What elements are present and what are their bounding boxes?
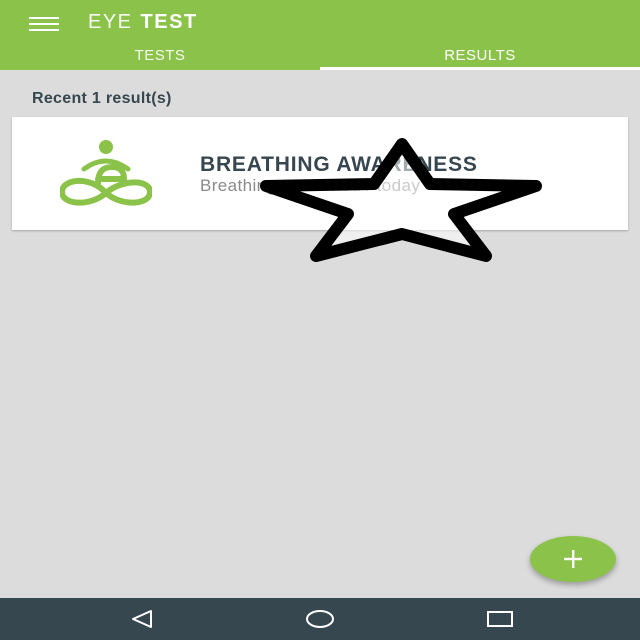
add-button[interactable] — [530, 536, 616, 582]
star-outline-icon — [260, 138, 542, 262]
system-nav-bar — [0, 598, 640, 640]
app-title-light: EYE — [88, 11, 133, 33]
back-icon[interactable] — [127, 606, 157, 632]
tab-indicator — [320, 67, 640, 70]
home-icon[interactable] — [305, 606, 335, 632]
app-title: EYE TEST — [88, 11, 198, 39]
app-title-bold: TEST — [140, 11, 198, 33]
menu-icon[interactable] — [29, 16, 59, 32]
plus-icon — [564, 550, 582, 568]
recent-apps-icon[interactable] — [485, 606, 515, 632]
tab-tests[interactable]: TESTS — [0, 44, 320, 70]
app-bar: EYE TEST TESTS RESULTS — [0, 0, 640, 70]
meditation-icon — [60, 140, 152, 206]
results-header: Recent 1 result(s) — [32, 90, 172, 107]
